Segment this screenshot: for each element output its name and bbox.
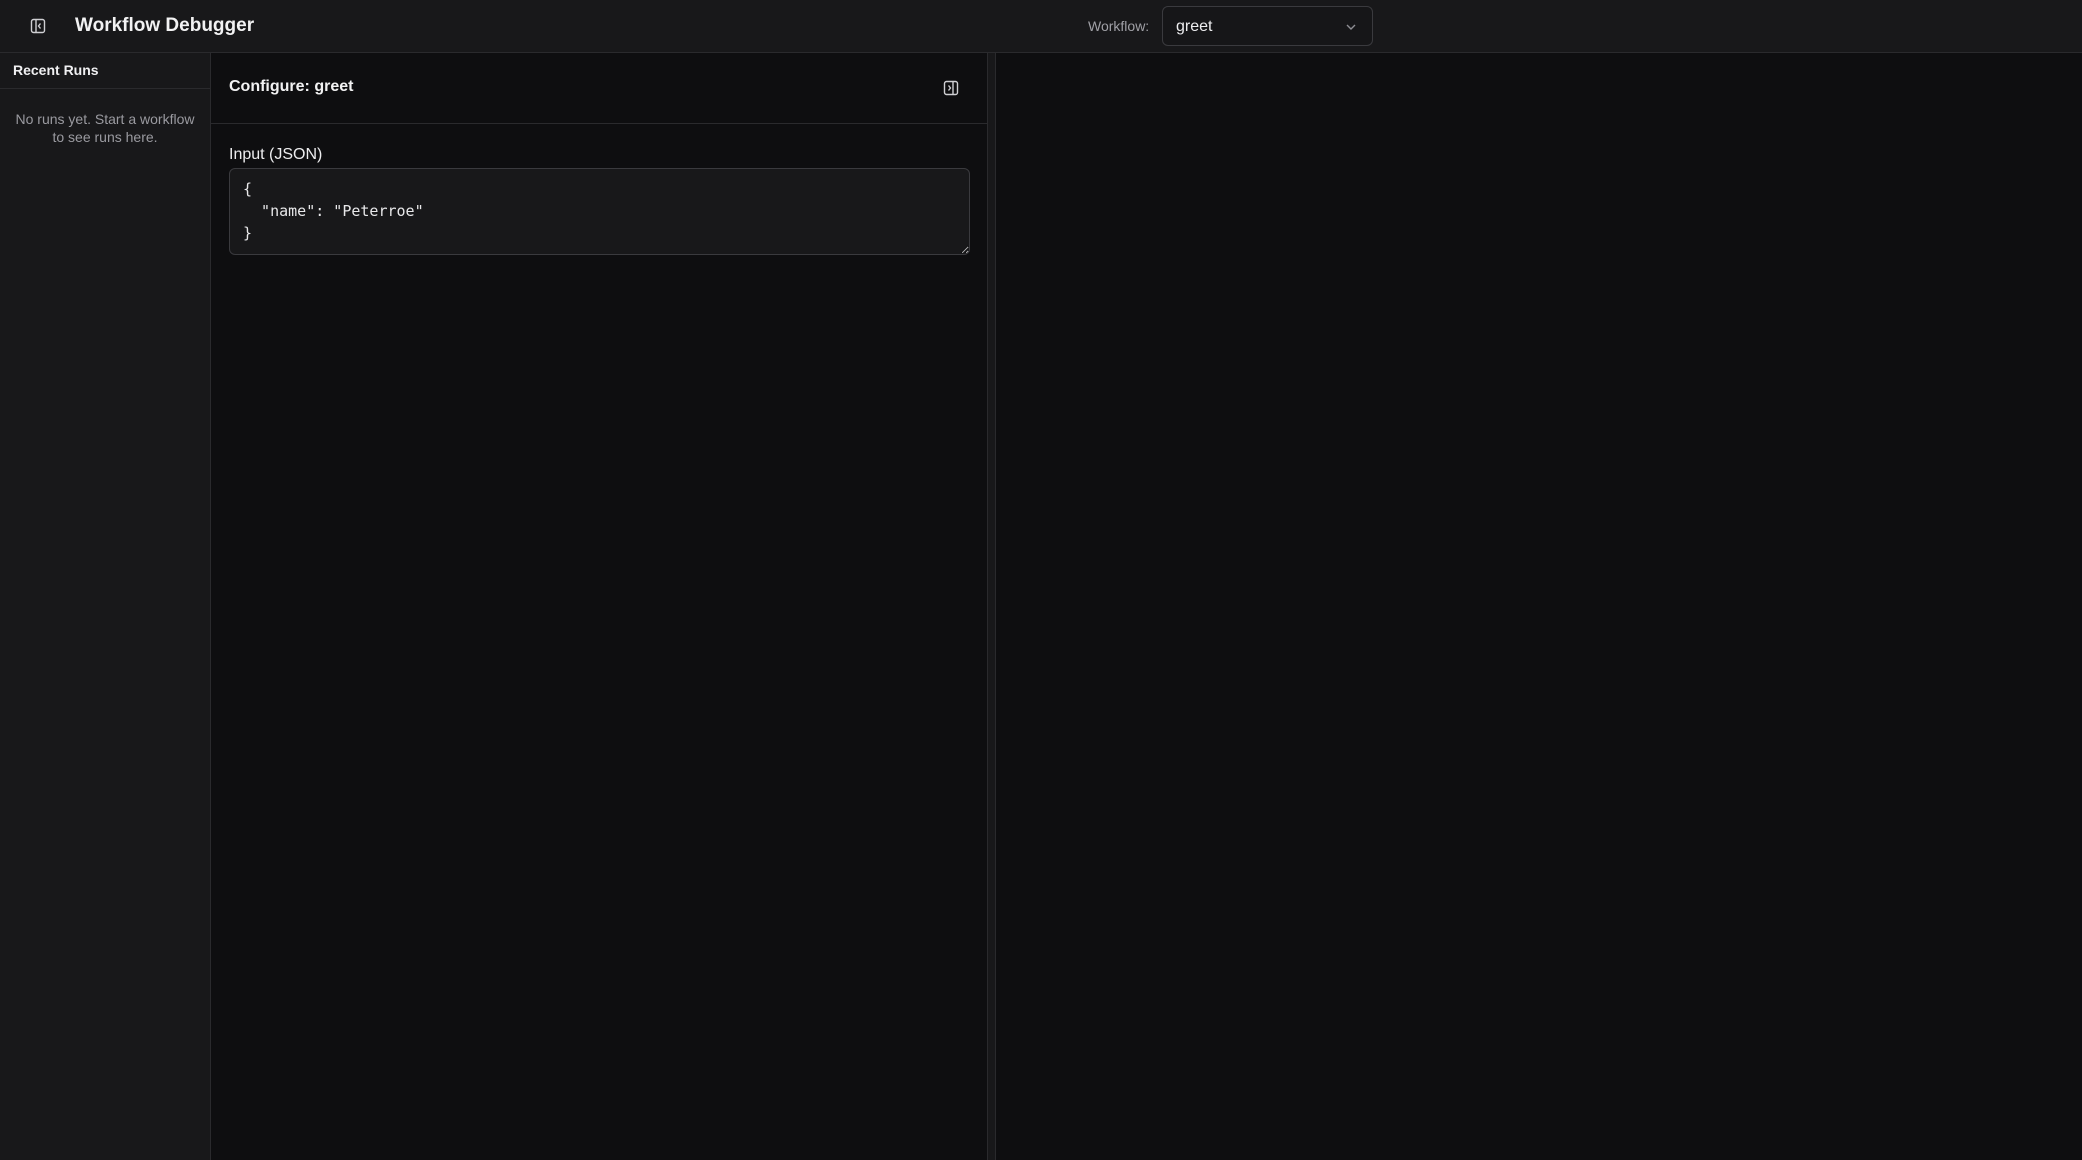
empty-runs-message: No runs yet. Start a workflow to see run… [15,111,195,145]
recent-runs-title: Recent Runs [0,53,210,89]
panel-left-icon [30,18,46,34]
collapse-panel-button[interactable] [939,76,963,100]
toggle-sidebar-button[interactable] [26,14,50,38]
configure-title: Configure: greet [229,78,354,95]
configure-panel-header: Configure: greet [211,53,988,124]
workflow-select-value: greet [1176,18,1213,35]
workflow-label: Workflow: [1088,18,1150,34]
workflow-select[interactable]: greet [1162,6,1373,46]
configure-panel: Configure: greet Input (JSON) { "name": … [211,53,988,1160]
chevron-down-icon [1346,24,1356,30]
input-json-label: Input (JSON) [229,146,323,163]
recent-runs-sidebar: Recent Runs No runs yet. Start a workflo… [0,53,211,1160]
app-title: Workflow Debugger [75,15,255,36]
panel-resize-handle[interactable] [988,53,996,1160]
main-canvas-area [997,53,2082,1160]
top-bar: Workflow Debugger Workflow: greet [0,0,2082,53]
panel-right-icon [943,80,959,96]
json-input-field[interactable]: { "name": "Peterroe" } [229,168,970,255]
